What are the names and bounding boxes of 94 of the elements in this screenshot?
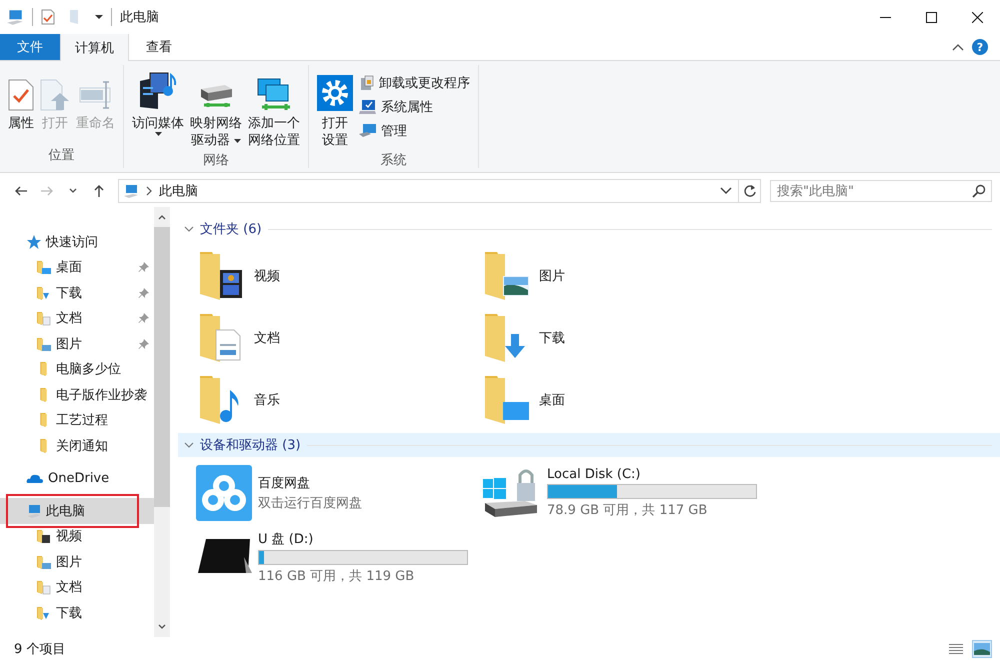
computer-icon	[6, 8, 24, 26]
help-button[interactable]: ?	[972, 39, 988, 55]
device-name[interactable]: 百度网盘	[258, 474, 362, 492]
nav-item[interactable]: 电脑多少位	[0, 356, 154, 382]
cloud-app-icon	[196, 465, 252, 521]
ribbon-tab[interactable]: 计算机	[60, 34, 129, 61]
folder-item[interactable]: 音乐	[198, 369, 483, 431]
star-icon	[26, 234, 42, 250]
monitor-check-icon	[359, 99, 377, 115]
section-header[interactable]: 设备和驱动器 (3)	[178, 433, 1000, 457]
nav-item[interactable]: 下载	[0, 280, 154, 306]
document-up-icon	[40, 79, 70, 111]
ribbon-tab[interactable]: 查看	[129, 34, 189, 60]
folder-item[interactable]: 下载	[483, 307, 768, 369]
picture-folder-icon	[36, 554, 52, 570]
address-path: 此电脑	[159, 183, 198, 200]
large-icons-view-button[interactable]	[972, 640, 992, 658]
checked-document-icon	[41, 9, 55, 25]
search-field[interactable]: 搜索"此电脑"	[770, 180, 992, 202]
checked-document-icon	[8, 79, 34, 111]
media-server-icon	[138, 71, 178, 111]
ribbon-small-button[interactable]: 管理	[357, 121, 472, 141]
folder-item[interactable]: 桌面	[483, 369, 768, 431]
ribbon-button[interactable]: 访问媒体	[130, 69, 186, 151]
ribbon-button[interactable]: 打开 设置	[315, 69, 355, 151]
close-icon	[972, 12, 982, 22]
ribbon-small-button[interactable]: 卸载或更改程序	[357, 73, 472, 93]
picture-folder-icon	[36, 336, 52, 352]
desktop-folder-icon	[36, 259, 52, 276]
program-box-icon	[359, 75, 375, 91]
nav-item[interactable]: 电子版作业抄袭	[0, 382, 154, 408]
refresh-icon	[742, 184, 756, 198]
computer-icon	[26, 502, 42, 519]
chevron-down-icon	[68, 187, 78, 195]
nav-item[interactable]: 工艺过程	[0, 408, 154, 433]
document-folder-icon	[36, 310, 52, 326]
collapse-ribbon-icon	[952, 43, 964, 51]
nav-item[interactable]: 关闭通知	[0, 433, 154, 458]
folder-icon	[40, 362, 48, 376]
back-arrow-icon	[14, 185, 28, 197]
search-icon	[972, 184, 986, 198]
computer-management-icon	[359, 123, 377, 139]
chevron-down-icon	[720, 187, 732, 195]
device-name[interactable]: Local Disk (C:)	[547, 467, 757, 482]
nav-item[interactable]: 图片	[0, 331, 154, 356]
item-count: 9 个项目	[14, 641, 66, 658]
network-monitors-icon	[256, 77, 292, 111]
nav-item[interactable]: 文档	[0, 574, 154, 600]
nav-item[interactable]: 图片	[0, 549, 154, 574]
nav-item[interactable]: 视频	[0, 524, 154, 549]
document-folder-icon	[36, 579, 52, 596]
maximize-icon	[926, 12, 936, 22]
video-folder-icon	[36, 528, 52, 544]
folder-icon	[40, 413, 48, 428]
computer-icon	[123, 183, 139, 199]
folder-item[interactable]: 文档	[198, 307, 483, 369]
scrollbar-thumb[interactable]	[154, 227, 170, 507]
nav-item[interactable]: OneDrive	[0, 466, 154, 491]
chevron-down-icon	[184, 441, 194, 449]
ribbon-button[interactable]: 属性	[6, 69, 36, 146]
section-header[interactable]: 文件夹 (6)	[178, 217, 1000, 241]
folder-icon	[40, 438, 48, 453]
group-label: 系统	[380, 152, 408, 169]
dropdown-icon	[95, 14, 103, 20]
folder-item[interactable]: 视频	[198, 245, 483, 307]
window-title: 此电脑	[120, 9, 159, 26]
free-space-text: 116 GB 可用，共 119 GB	[258, 568, 416, 584]
scrollbar[interactable]	[154, 207, 170, 637]
download-folder-icon	[36, 284, 52, 301]
device-description: 双击运行百度网盘	[258, 495, 362, 512]
ribbon-small-button[interactable]: 系统属性	[357, 97, 472, 117]
settings-icon	[317, 75, 353, 111]
nav-item[interactable]: 快速访问	[0, 229, 154, 254]
chevron-right-icon	[145, 186, 153, 196]
ribbon-button[interactable]: 映射网络 驱动器	[188, 69, 244, 151]
ribbon-button[interactable]: 添加一个 网络位置	[246, 69, 302, 151]
group-label: 网络	[202, 152, 230, 169]
device-name[interactable]: U 盘 (D:)	[258, 530, 468, 548]
nav-item[interactable]: 文档	[0, 306, 154, 331]
minimize-icon	[880, 16, 890, 18]
nav-item[interactable]: 下载	[0, 600, 154, 626]
free-space-text: 78.9 GB 可用，共 117 GB	[547, 502, 708, 519]
forward-arrow-icon	[40, 185, 54, 197]
nav-item[interactable]: 桌面	[0, 254, 154, 280]
folder-icon	[40, 388, 48, 402]
rename-icon	[78, 79, 112, 111]
ribbon-tab[interactable]: 文件	[0, 34, 60, 60]
chevron-down-icon	[184, 225, 194, 233]
group-label: 位置	[48, 147, 76, 165]
folder-item[interactable]: 图片	[483, 245, 768, 307]
folder-icon	[69, 9, 81, 25]
up-arrow-icon	[93, 184, 105, 198]
address-field[interactable]: 此电脑	[118, 179, 761, 203]
download-folder-icon	[36, 604, 52, 621]
